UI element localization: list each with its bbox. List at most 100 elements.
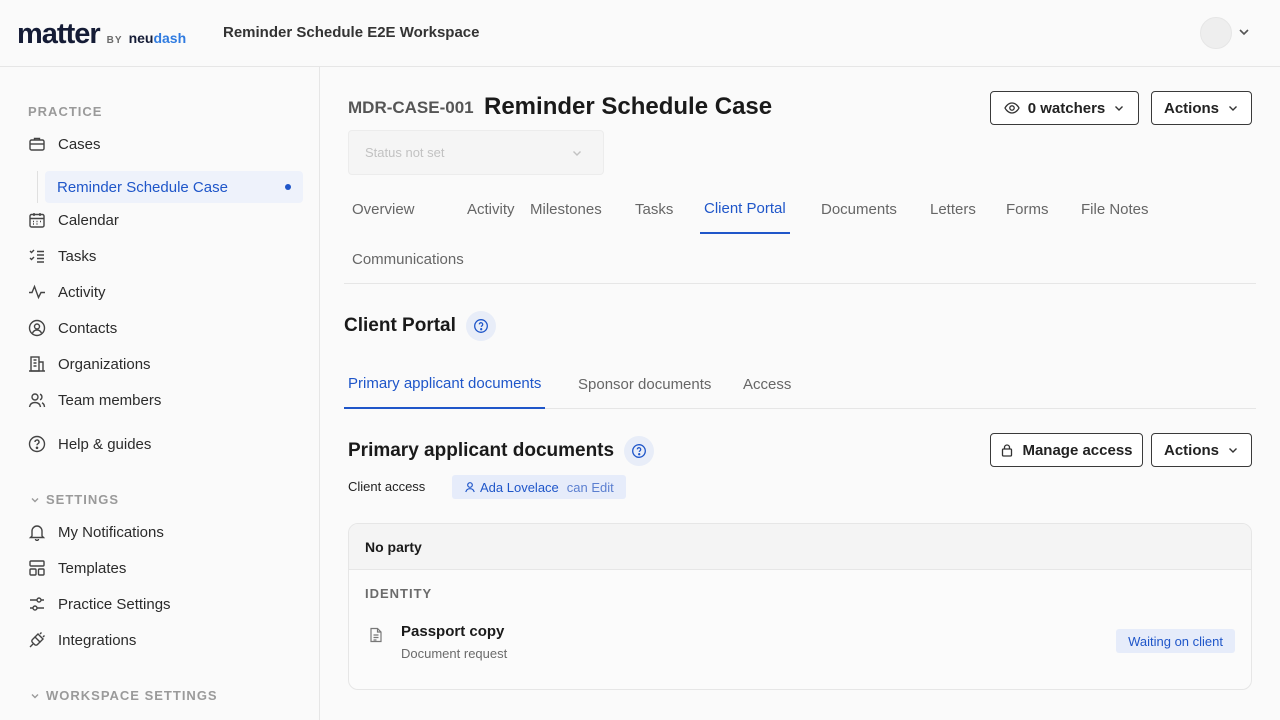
sidebar-item-label: Contacts xyxy=(58,319,118,337)
section-label-practice: PRACTICE xyxy=(28,104,103,119)
sidebar-item-contacts[interactable]: Contacts xyxy=(28,319,117,337)
sidebar-item-label: Calendar xyxy=(58,211,119,229)
document-card: No party IDENTITY Passport copy Document… xyxy=(348,523,1252,690)
activity-icon xyxy=(28,283,46,301)
panel-title-text: Primary applicant documents xyxy=(348,440,615,461)
document-type: Document request xyxy=(401,646,508,661)
sidebar-item-tasks[interactable]: Tasks xyxy=(28,247,96,265)
party-label: No party xyxy=(365,538,422,555)
sidebar-item-label: Activity xyxy=(58,283,106,301)
panel-actions-button[interactable]: Actions xyxy=(1151,433,1252,467)
chevron-down-icon[interactable] xyxy=(1237,25,1251,39)
users-icon xyxy=(28,391,46,409)
tab-documents[interactable]: Documents xyxy=(817,184,901,234)
watchers-button[interactable]: 0 watchers xyxy=(990,91,1139,125)
logo-by-text: BY xyxy=(106,35,123,46)
sidebar-item-label: Reminder Schedule Case xyxy=(57,178,228,196)
chevron-down-icon xyxy=(30,691,40,701)
avatar[interactable] xyxy=(1200,17,1232,49)
sidebar-item-templates[interactable]: Templates xyxy=(28,559,126,577)
sidebar-item-label: Tasks xyxy=(58,247,97,265)
building-icon xyxy=(28,355,46,373)
chevron-down-icon xyxy=(1227,102,1239,114)
page-title: Reminder Schedule Case xyxy=(484,93,773,120)
section-label-text: WORKSPACE SETTINGS xyxy=(46,688,218,703)
tab-communications[interactable]: Communications xyxy=(348,234,468,284)
sidebar-item-my-notifications[interactable]: My Notifications xyxy=(28,523,164,541)
sidebar-item-label: Integrations xyxy=(58,631,137,649)
card-header: No party xyxy=(349,524,1251,570)
active-dot xyxy=(285,184,291,190)
actions-label: Actions xyxy=(1163,441,1219,459)
section-label-workspace-settings[interactable]: WORKSPACE SETTINGS xyxy=(30,688,218,703)
access-permission: can Edit xyxy=(566,479,614,495)
tab-letters[interactable]: Letters xyxy=(926,184,980,234)
lock-icon xyxy=(1000,443,1014,457)
sidebar-item-integrations[interactable]: Integrations xyxy=(28,631,136,649)
section-title: Client Portal xyxy=(344,311,496,341)
sidebar-item-calendar[interactable]: Calendar xyxy=(28,211,119,229)
access-person: Ada Lovelace xyxy=(480,479,559,495)
sidebar-item-active-case[interactable]: Reminder Schedule Case xyxy=(45,171,303,203)
subtab-access[interactable]: Access xyxy=(739,359,795,409)
section-label-text: SETTINGS xyxy=(46,492,120,507)
manage-access-button[interactable]: Manage access xyxy=(990,433,1143,467)
status-select[interactable]: Status not set xyxy=(348,130,604,175)
sidebar-item-label: Team members xyxy=(58,391,162,409)
watchers-label: 0 watchers xyxy=(1027,99,1106,117)
case-tabs: Overview Activity Milestones Tasks Clien… xyxy=(344,184,1256,284)
case-actions-button[interactable]: Actions xyxy=(1151,91,1252,125)
chevron-down-icon xyxy=(1227,444,1239,456)
tab-tasks[interactable]: Tasks xyxy=(631,184,677,234)
logo[interactable]: matter BY neudash xyxy=(17,18,186,51)
subtab-sponsor-documents[interactable]: Sponsor documents xyxy=(574,359,715,409)
client-access-label: Client access xyxy=(348,479,426,494)
logo-brand-part-a: neu xyxy=(128,30,154,46)
eye-icon xyxy=(1003,100,1020,116)
workspace-title: Reminder Schedule E2E Workspace xyxy=(223,24,480,41)
templates-icon xyxy=(28,559,46,577)
sidebar-item-team-members[interactable]: Team members xyxy=(28,391,161,409)
help-icon[interactable] xyxy=(465,311,496,341)
sidebar-item-help[interactable]: Help & guides xyxy=(28,435,151,453)
main-content: MDR-CASE-001 Reminder Schedule Case 0 wa… xyxy=(320,67,1280,720)
tab-client-portal[interactable]: Client Portal xyxy=(700,184,790,234)
tab-milestones[interactable]: Milestones xyxy=(526,184,606,234)
logo-main-text: matter xyxy=(17,18,101,50)
sidebar-item-label: Help & guides xyxy=(58,435,152,453)
tab-file-notes[interactable]: File Notes xyxy=(1077,184,1153,234)
checklist-icon xyxy=(28,247,46,265)
section-label-settings[interactable]: SETTINGS xyxy=(30,492,119,507)
access-chip[interactable]: Ada Lovelace can Edit xyxy=(452,475,626,499)
chevron-down-icon xyxy=(571,147,583,159)
group-label: IDENTITY xyxy=(365,586,433,601)
section-title-text: Client Portal xyxy=(344,315,456,336)
document-name[interactable]: Passport copy xyxy=(401,623,504,640)
chevron-down-icon xyxy=(30,495,40,505)
chevron-down-icon xyxy=(1113,102,1125,114)
portal-subtabs: Primary applicant documents Sponsor docu… xyxy=(344,359,1256,409)
sidebar-item-activity[interactable]: Activity xyxy=(28,283,106,301)
sliders-icon xyxy=(28,595,46,613)
tab-overview[interactable]: Overview xyxy=(348,184,419,234)
tab-forms[interactable]: Forms xyxy=(1002,184,1053,234)
sidebar-item-label: Practice Settings xyxy=(58,595,171,613)
sidebar-item-label: Organizations xyxy=(58,355,151,373)
status-placeholder: Status not set xyxy=(365,145,445,160)
sidebar-item-label: My Notifications xyxy=(58,523,164,541)
tab-activity[interactable]: Activity xyxy=(463,184,519,234)
sidebar-item-organizations[interactable]: Organizations xyxy=(28,355,151,373)
logo-brand-part-b: dash xyxy=(153,30,187,46)
sidebar-item-label: Cases xyxy=(58,135,101,153)
sidebar-item-practice-settings[interactable]: Practice Settings xyxy=(28,595,171,613)
user-icon xyxy=(464,481,476,493)
subtab-primary-applicant-documents[interactable]: Primary applicant documents xyxy=(344,359,546,409)
help-icon xyxy=(28,435,46,453)
help-icon[interactable] xyxy=(624,436,655,466)
user-circle-icon xyxy=(28,319,46,337)
manage-access-label: Manage access xyxy=(1022,441,1133,459)
sidebar-item-label: Templates xyxy=(58,559,127,577)
sidebar: PRACTICE Cases Reminder Schedule Case Ca… xyxy=(0,67,320,720)
document-icon xyxy=(369,627,383,643)
sidebar-item-cases[interactable]: Cases xyxy=(28,135,101,153)
